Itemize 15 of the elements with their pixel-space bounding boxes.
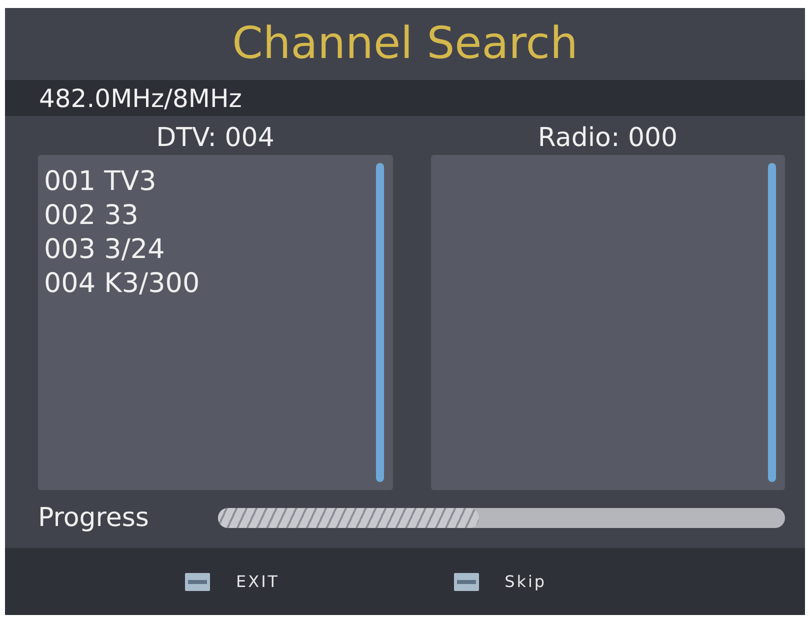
hint-label: Skip: [504, 574, 547, 590]
scrollbar[interactable]: [376, 163, 384, 482]
panel-header: DTV: 004: [156, 122, 274, 154]
scrollbar[interactable]: [768, 163, 776, 482]
screen-title: Channel Search: [232, 22, 578, 66]
channel-entry[interactable]: 001 TV3: [44, 164, 376, 198]
remote-key-icon: [454, 572, 479, 590]
panel-header: Radio: 000: [538, 122, 678, 154]
frequency-text: 482.0MHz/8MHz: [39, 86, 242, 110]
channel-entry[interactable]: 002 33: [44, 198, 376, 232]
channel-entry[interactable]: 003 3/24: [44, 232, 376, 266]
progress-label: Progress: [38, 505, 150, 531]
hint-label: EXIT: [236, 574, 280, 590]
remote-key-icon: [185, 572, 210, 590]
channel-entry[interactable]: 004 K3/300: [44, 266, 376, 300]
